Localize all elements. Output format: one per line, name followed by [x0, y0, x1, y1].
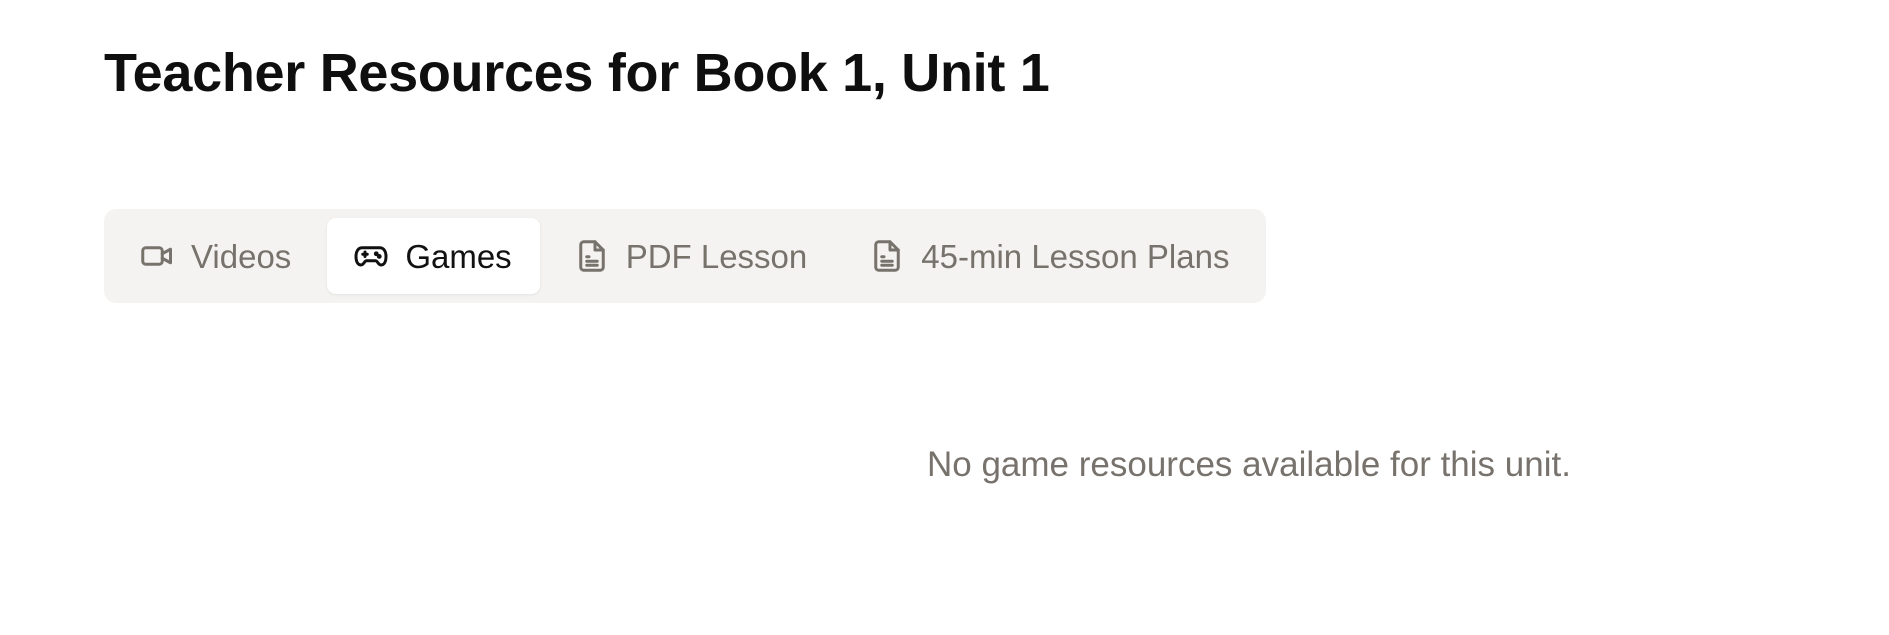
tab-games-label: Games: [405, 237, 512, 275]
tab-games[interactable]: Games: [327, 218, 540, 294]
resource-tabs: Videos Games PDF Lesson 45-min Lesson Pl…: [104, 209, 1267, 303]
gamepad-icon: [353, 238, 389, 274]
tab-videos[interactable]: Videos: [113, 218, 319, 294]
tab-45-min-lesson-plans-label: 45-min Lesson Plans: [921, 237, 1230, 275]
tab-45-min-lesson-plans[interactable]: 45-min Lesson Plans: [843, 218, 1257, 294]
tab-pdf-lesson[interactable]: PDF Lesson: [548, 218, 836, 294]
video-icon: [139, 238, 175, 274]
page-title: Teacher Resources for Book 1, Unit 1: [104, 43, 1050, 103]
tab-pdf-lesson-label: PDF Lesson: [625, 237, 808, 275]
empty-state-message: No game resources available for this uni…: [927, 445, 1571, 484]
tab-videos-label: Videos: [191, 237, 292, 275]
document-icon: [869, 238, 905, 274]
document-icon: [574, 238, 610, 274]
